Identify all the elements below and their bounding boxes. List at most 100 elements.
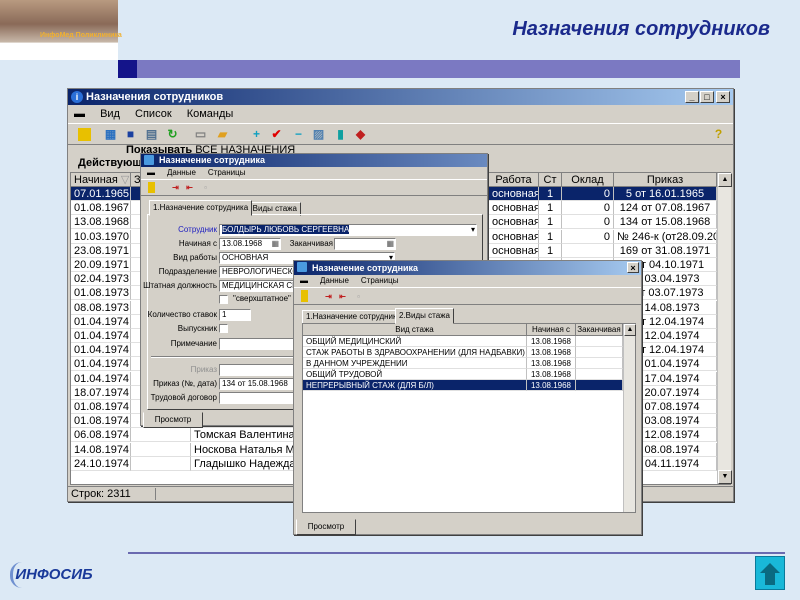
cell-type[interactable]: НЕПРЕРЫВНЫЙ СТАЖ (ДЛЯ Б/Л) [303,380,527,391]
cell-start[interactable]: 20.09.1971 [71,258,131,272]
end-date-field[interactable]: ▦ [334,238,396,250]
move-right-icon[interactable]: ⇥ [322,290,335,303]
cell-start[interactable]: 07.01.1965 [71,187,131,201]
cell-type[interactable]: ОБЩИЙ ТРУДОВОЙ [303,369,527,380]
col-rate[interactable]: Ст [539,173,562,187]
save-icon[interactable]: ▫ [352,290,365,303]
cell-st[interactable]: 1 [539,201,562,216]
position-field[interactable]: МЕДИЦИНСКАЯ СЕС [219,280,299,292]
cell-salary[interactable]: 0 [562,215,614,230]
book-icon[interactable]: ▮ [334,128,347,141]
graduate-checkbox[interactable] [219,324,228,333]
tab-experience[interactable]: 2.Виды стажа [395,308,454,324]
cell-order[interactable]: 5 от 16.01.1965 [614,187,717,201]
contract-field[interactable] [219,392,299,404]
cell-order[interactable]: 169 от 31.08.1971 [614,243,717,258]
system-menu[interactable]: ▬ [300,276,308,285]
tab-assignment[interactable]: 1.Назначение сотрудника [149,200,253,216]
cell-salary[interactable]: 0 [562,229,614,244]
close-button[interactable]: × [627,262,639,273]
grid-scrollbar[interactable]: ▲ ▼ [717,173,732,484]
cell-type[interactable]: СТАЖ РАБОТЫ В ЗДРАВООХРАНЕНИИ (ДЛЯ НАДБА… [303,347,527,358]
exit-door-icon[interactable] [148,182,155,193]
tab-view[interactable]: Просмотр [296,519,356,535]
col-experience-type[interactable]: Вид стажа [303,324,527,336]
check-icon[interactable]: ✔ [270,128,283,141]
cell-end[interactable] [576,369,623,380]
close-button[interactable]: × [716,91,730,103]
cell-end[interactable] [131,442,191,457]
col-order[interactable]: Приказ [614,173,717,187]
extra-checkbox[interactable] [219,295,228,304]
cell-type[interactable]: В ДАННОМ УЧРЕЖДЕНИИ [303,358,527,369]
maximize-button[interactable]: □ [700,91,714,103]
move-left-icon[interactable]: ⇤ [183,181,196,194]
menu-commands[interactable]: Команды [187,108,234,120]
cell-end[interactable] [576,347,623,358]
system-menu[interactable]: ▬ [147,168,155,177]
cell-salary[interactable]: 0 [562,187,614,201]
cell-start[interactable]: 01.08.1974 [71,400,131,414]
order-num-field[interactable]: 134 от 15.08.1968 [219,378,299,390]
cell-start[interactable]: 24.10.1974 [71,456,131,471]
col-salary[interactable]: Оклад [562,173,614,187]
cell-st[interactable]: 1 [539,229,562,244]
cell-work[interactable]: основная [489,229,539,244]
tab-view[interactable]: Просмотр [143,412,203,428]
cell-start[interactable]: 01.04.1974 [71,343,131,358]
cell-order[interactable]: 124 от 07.08.1967 [614,201,717,216]
cell-start[interactable]: 13.08.1968 [527,369,576,380]
col-start[interactable]: Начиная с [527,324,576,336]
menu-view[interactable]: Вид [100,108,120,120]
menu-data[interactable]: Данные [167,168,196,177]
grid-scrollbar[interactable]: ▲ [623,324,636,512]
cell-start[interactable]: 01.08.1973 [71,286,131,301]
cell-start[interactable]: 23.08.1971 [71,243,131,258]
help-icon[interactable]: ? [712,128,725,141]
cell-start[interactable]: 08.08.1973 [71,300,131,315]
move-left-icon[interactable]: ⇤ [336,290,349,303]
exit-door-icon[interactable] [78,128,91,141]
cell-end[interactable] [576,380,623,391]
col-start[interactable]: Начиная ▽ [71,173,131,187]
menu-list[interactable]: Список [135,108,172,120]
system-menu[interactable]: ▬ [74,108,85,120]
col-work[interactable]: Работа [489,173,539,187]
cell-start[interactable]: 01.04.1974 [71,329,131,343]
folder-icon[interactable]: ▰ [216,128,229,141]
print-icon[interactable]: ▭ [194,128,207,141]
cell-work[interactable]: основная [489,215,539,230]
erase-icon[interactable]: ◆ [354,128,367,141]
col-end[interactable]: Заканчивая [576,324,623,336]
cell-start[interactable]: 13.08.1968 [527,358,576,369]
form-icon[interactable]: ▤ [145,128,158,141]
cell-start[interactable]: 14.08.1974 [71,442,131,457]
cell-st[interactable]: 1 [539,187,562,201]
cell-start[interactable]: 18.07.1974 [71,385,131,400]
menu-pages[interactable]: Страницы [208,168,246,177]
cell-start[interactable]: 13.08.1968 [527,336,576,347]
cell-start[interactable]: 01.04.1974 [71,371,131,386]
cell-salary[interactable] [562,243,614,258]
cell-work[interactable]: основная [489,243,539,258]
exit-door-icon[interactable] [301,290,308,302]
dept-field[interactable]: НЕВРОЛОГИЧЕСКОЕ [219,266,299,278]
cell-st[interactable]: 1 [539,243,562,258]
menu-pages[interactable]: Страницы [361,276,399,285]
remove-icon[interactable]: − [292,128,305,141]
add-icon[interactable]: + [250,128,263,141]
cell-end[interactable] [131,428,191,443]
cell-start[interactable]: 13.08.1968 [71,215,131,230]
cell-start[interactable]: 01.04.1974 [71,357,131,372]
cell-start[interactable]: 13.08.1968 [527,380,576,391]
cell-start[interactable]: 01.08.1967 [71,201,131,216]
employee-select[interactable]: БОЛДЫРЬ ЛЮБОВЬ СЕРГЕЕВНА ▾ [219,224,477,236]
home-button[interactable] [755,556,785,590]
cell-salary[interactable]: 0 [562,201,614,216]
order-field[interactable] [219,364,299,376]
menu-data[interactable]: Данные [320,276,349,285]
cell-start[interactable]: 02.04.1973 [71,272,131,287]
rates-field[interactable]: 1 [219,309,251,321]
cell-work[interactable]: основная [489,187,539,201]
cell-end[interactable] [131,456,191,471]
